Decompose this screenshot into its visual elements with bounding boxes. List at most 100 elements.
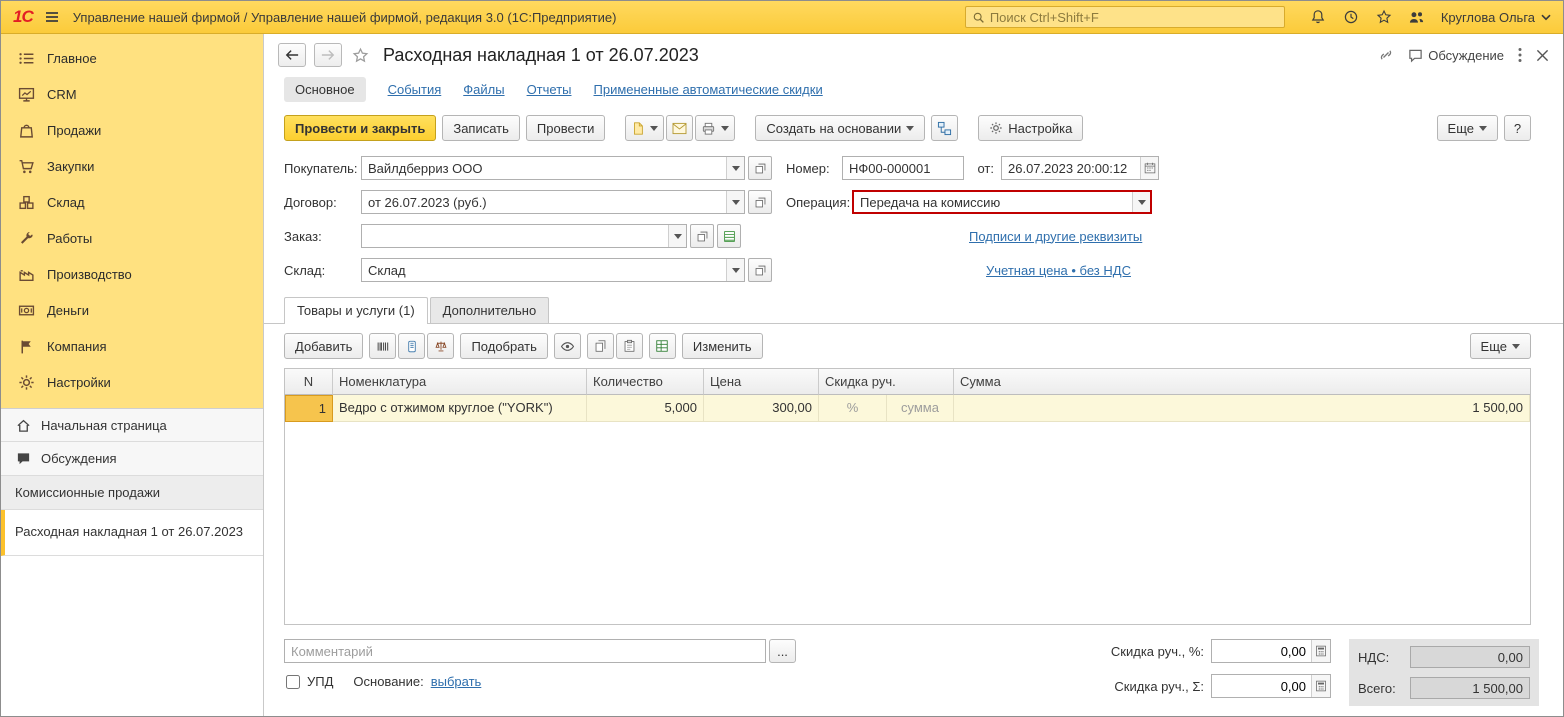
- contract-dropdown-button[interactable]: [726, 191, 744, 213]
- order-open-button[interactable]: [690, 224, 714, 248]
- pick-items-button[interactable]: Подобрать: [460, 333, 548, 359]
- accounting-price-link[interactable]: Учетная цена • без НДС: [986, 263, 1131, 278]
- get-link-icon[interactable]: [1378, 47, 1394, 63]
- search-input[interactable]: [989, 9, 1278, 25]
- sidebar-item-production[interactable]: Производство: [1, 256, 263, 292]
- change-rows-button[interactable]: Изменить: [681, 333, 763, 359]
- comment-input[interactable]: [284, 639, 766, 663]
- calendar-icon[interactable]: [1140, 157, 1158, 179]
- order-input[interactable]: [362, 228, 668, 244]
- warehouse-open-button[interactable]: [748, 258, 772, 282]
- data-terminal-button[interactable]: [398, 333, 426, 359]
- column-header-discount[interactable]: Скидка руч.: [819, 369, 954, 395]
- more-button[interactable]: Еще: [1436, 115, 1498, 141]
- column-header-nomenclature[interactable]: Номенклатура: [333, 369, 587, 395]
- add-row-button[interactable]: Добавить: [284, 333, 364, 359]
- barcode-button[interactable]: [369, 333, 397, 359]
- grid-row[interactable]: 1 Ведро с отжимом круглое ("YORK") 5,000…: [285, 395, 1530, 422]
- help-button[interactable]: ?: [1504, 115, 1531, 141]
- signatures-link[interactable]: Подписи и другие реквизиты: [969, 229, 1142, 244]
- cell-nomenclature[interactable]: Ведро с отжимом круглое ("YORK"): [333, 395, 587, 422]
- sidebar-item-purchases[interactable]: Закупки: [1, 148, 263, 184]
- tab-events[interactable]: События: [388, 82, 442, 97]
- send-email-button[interactable]: [666, 115, 694, 141]
- contract-input[interactable]: [362, 194, 726, 210]
- discount-percent-input[interactable]: [1212, 640, 1311, 662]
- column-header-n[interactable]: N: [285, 369, 333, 395]
- sidebar-item-settings[interactable]: Настройки: [1, 364, 263, 400]
- number-input[interactable]: [842, 156, 964, 180]
- related-documents-button[interactable]: [931, 115, 959, 141]
- forward-button[interactable]: [314, 43, 342, 67]
- calculator-icon[interactable]: [1311, 640, 1330, 662]
- sidebar-item-home[interactable]: Начальная страница: [1, 408, 263, 442]
- comment-more-button[interactable]: ...: [769, 639, 796, 663]
- discount-sum-input[interactable]: [1212, 675, 1311, 697]
- tab-auto-discounts[interactable]: Примененные автоматические скидки: [594, 82, 823, 97]
- cell-quantity[interactable]: 5,000: [587, 395, 704, 422]
- history-clock-icon[interactable]: [1342, 8, 1360, 26]
- paste-rows-button[interactable]: [615, 333, 643, 359]
- operation-dropdown-button[interactable]: [1132, 192, 1150, 212]
- sidebar-item-discussions[interactable]: Обсуждения: [1, 442, 263, 476]
- sidebar-item-main[interactable]: Главное: [1, 40, 263, 76]
- cell-discount-sum[interactable]: сумма: [887, 395, 954, 422]
- close-icon[interactable]: [1536, 49, 1549, 62]
- tab-reports[interactable]: Отчеты: [527, 82, 572, 97]
- sidebar-item-commission-sales[interactable]: Комиссионные продажи: [1, 476, 263, 510]
- tab-additional[interactable]: Дополнительно: [429, 297, 550, 323]
- current-user-menu[interactable]: Круглова Ольга: [1441, 10, 1551, 25]
- more-dots-icon[interactable]: [1518, 47, 1522, 63]
- warehouse-dropdown-button[interactable]: [726, 259, 744, 281]
- column-header-price[interactable]: Цена: [704, 369, 819, 395]
- hamburger-menu-icon[interactable]: [43, 8, 61, 26]
- favorite-star-icon[interactable]: [352, 47, 369, 64]
- discussion-button[interactable]: Обсуждение: [1408, 48, 1504, 63]
- settings-button[interactable]: Настройка: [978, 115, 1084, 141]
- back-button[interactable]: [278, 43, 306, 67]
- buyer-dropdown-button[interactable]: [726, 157, 744, 179]
- copy-rows-button[interactable]: [586, 333, 614, 359]
- cell-discount-percent[interactable]: %: [819, 395, 887, 422]
- create-on-basis-button[interactable]: Создать на основании: [755, 115, 926, 141]
- buyer-input[interactable]: [362, 160, 726, 176]
- sidebar-item-sales[interactable]: Продажи: [1, 112, 263, 148]
- scales-button[interactable]: [427, 333, 455, 359]
- date-input[interactable]: [1002, 160, 1140, 176]
- write-button[interactable]: Записать: [442, 115, 520, 141]
- spreadsheet-button[interactable]: [648, 333, 676, 359]
- post-and-close-button[interactable]: Провести и закрыть: [284, 115, 437, 141]
- upd-checkbox[interactable]: [286, 674, 300, 689]
- sidebar-item-crm[interactable]: CRM: [1, 76, 263, 112]
- sidebar-item-money[interactable]: Деньги: [1, 292, 263, 328]
- order-dropdown-button[interactable]: [668, 225, 686, 247]
- order-list-button[interactable]: [717, 224, 741, 248]
- notifications-bell-icon[interactable]: [1309, 8, 1327, 26]
- sidebar-item-works[interactable]: Работы: [1, 220, 263, 256]
- post-button[interactable]: Провести: [525, 115, 606, 141]
- preview-button[interactable]: [553, 333, 581, 359]
- global-search[interactable]: [964, 6, 1285, 28]
- cell-price[interactable]: 300,00: [704, 395, 819, 422]
- tab-main[interactable]: Основное: [284, 77, 366, 102]
- warehouse-input[interactable]: [362, 262, 726, 278]
- basis-select-link[interactable]: выбрать: [431, 674, 482, 689]
- users-icon[interactable]: [1408, 8, 1426, 26]
- operation-input[interactable]: [854, 194, 1132, 210]
- contract-open-button[interactable]: [748, 190, 772, 214]
- column-header-quantity[interactable]: Количество: [587, 369, 704, 395]
- sidebar-item-current-document[interactable]: Расходная накладная 1 от 26.07.2023: [1, 510, 263, 556]
- attach-file-button[interactable]: [625, 115, 665, 141]
- calculator-icon[interactable]: [1311, 675, 1330, 697]
- sidebar-item-warehouse[interactable]: Склад: [1, 184, 263, 220]
- cell-sum[interactable]: 1 500,00: [954, 395, 1530, 422]
- column-header-sum[interactable]: Сумма: [954, 369, 1530, 395]
- buyer-open-button[interactable]: [748, 156, 772, 180]
- print-button[interactable]: [695, 115, 736, 141]
- tab-files[interactable]: Файлы: [463, 82, 504, 97]
- cell-row-number[interactable]: 1: [285, 395, 333, 422]
- favorites-star-icon[interactable]: [1375, 8, 1393, 26]
- sidebar-item-company[interactable]: Компания: [1, 328, 263, 364]
- grid-more-button[interactable]: Еще: [1469, 333, 1531, 359]
- tab-goods-services[interactable]: Товары и услуги (1): [284, 297, 428, 324]
